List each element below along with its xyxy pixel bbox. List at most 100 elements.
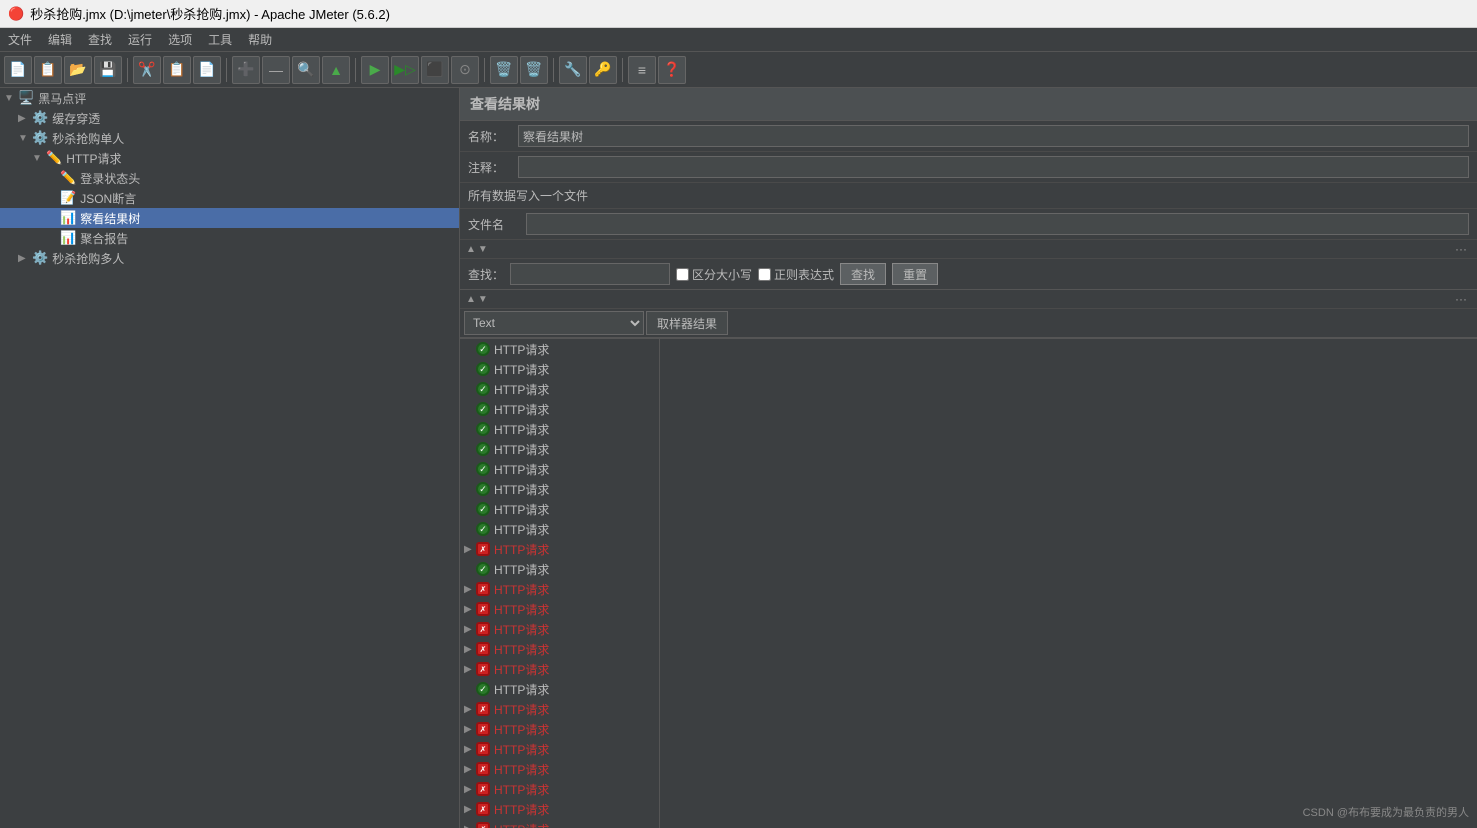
toolbar-copy[interactable]: 📋 <box>163 56 191 84</box>
view-mode-dropdown[interactable]: Text RegExp Tester CSS/JQuery Tester XPa… <box>464 311 644 335</box>
toolbar-start[interactable]: ▶ <box>361 56 389 84</box>
list-item[interactable]: ▶✗HTTP请求 <box>460 619 659 639</box>
toolbar-up[interactable]: ▲ <box>322 56 350 84</box>
arrow-up-results[interactable]: ▲ <box>466 294 476 305</box>
tree-item-summary[interactable]: ▶ 📊 聚合报告 <box>0 228 459 248</box>
search-input[interactable] <box>510 263 670 285</box>
section-controls-top: ▲ ▼ ··· <box>460 240 1477 259</box>
tree-item-miaosha-single[interactable]: ▼ ⚙️ 秒杀抢购单人 <box>0 128 459 148</box>
list-item[interactable]: ✓HTTP请求 <box>460 499 659 519</box>
dots-btn-top[interactable]: ··· <box>1451 242 1471 256</box>
menu-item-选项[interactable]: 选项 <box>160 29 200 50</box>
panel-header: 查看结果树 <box>460 88 1477 121</box>
menu-item-编辑[interactable]: 编辑 <box>40 29 80 50</box>
list-item-arrow: ▶ <box>464 804 476 815</box>
list-item[interactable]: ✓HTTP请求 <box>460 419 659 439</box>
list-item[interactable]: ▶✗HTTP请求 <box>460 599 659 619</box>
icon-json-assert: 📝 <box>60 190 76 206</box>
window-title: 秒杀抢购.jmx (D:\jmeter\秒杀抢购.jmx) - Apache J… <box>30 4 390 23</box>
case-sensitive-checkbox[interactable] <box>676 268 689 281</box>
list-item[interactable]: ✓HTTP请求 <box>460 339 659 359</box>
toolbar-key[interactable]: 🔑 <box>589 56 617 84</box>
tree-item-miaosha-multi[interactable]: ▶ ⚙️ 秒杀抢购多人 <box>0 248 459 268</box>
toolbar-templates[interactable]: 📋 <box>34 56 62 84</box>
list-item[interactable]: ✓HTTP请求 <box>460 479 659 499</box>
name-input[interactable] <box>518 125 1469 147</box>
list-item[interactable]: ✓HTTP请求 <box>460 459 659 479</box>
arrow-up-btn[interactable]: ▲ <box>466 244 476 255</box>
list-item[interactable]: ▶✗HTTP请求 <box>460 659 659 679</box>
menu-item-工具[interactable]: 工具 <box>200 29 240 50</box>
filename-input[interactable] <box>526 213 1469 235</box>
arrow-down-results[interactable]: ▼ <box>478 294 488 305</box>
tree-item-login-header[interactable]: ▶ ✏️ 登录状态头 <box>0 168 459 188</box>
list-item[interactable]: ▶✗HTTP请求 <box>460 539 659 559</box>
list-item-arrow: ▶ <box>464 604 476 615</box>
toolbar-cut[interactable]: ✂️ <box>133 56 161 84</box>
toolbar-zoom[interactable]: 🔍 <box>292 56 320 84</box>
status-ok-icon: ✓ <box>476 482 490 496</box>
list-item[interactable]: ✓HTTP请求 <box>460 359 659 379</box>
list-item[interactable]: ✓HTTP请求 <box>460 379 659 399</box>
toolbar-remote[interactable]: 🔧 <box>559 56 587 84</box>
list-item[interactable]: ✓HTTP请求 <box>460 399 659 419</box>
regex-text: 正则表达式 <box>774 266 834 283</box>
toolbar-start-no-pause[interactable]: ▶▷ <box>391 56 419 84</box>
regex-label[interactable]: 正则表达式 <box>758 266 834 283</box>
toolbar-clear-all[interactable]: 🗑️ <box>520 56 548 84</box>
label-json-assert: JSON断言 <box>80 190 136 207</box>
dots-btn-results[interactable]: ··· <box>1451 292 1471 306</box>
list-item[interactable]: ▶✗HTTP请求 <box>460 779 659 799</box>
toolbar-clear[interactable]: 🗑️ <box>490 56 518 84</box>
reset-button[interactable]: 重置 <box>892 263 938 285</box>
tree-item-view-tree[interactable]: ▶ 📊 察看结果树 <box>0 208 459 228</box>
toolbar-help[interactable]: ❓ <box>658 56 686 84</box>
search-button[interactable]: 查找 <box>840 263 886 285</box>
toolbar-paste[interactable]: 📄 <box>193 56 221 84</box>
toolbar-expand[interactable]: ➕ <box>232 56 260 84</box>
list-item-label: HTTP请求 <box>494 641 549 658</box>
status-ok-icon: ✓ <box>476 562 490 576</box>
list-item[interactable]: ▶✗HTTP请求 <box>460 699 659 719</box>
tree-item-heimadianping[interactable]: ▼ 🖥️ 黑马点评 <box>0 88 459 108</box>
list-item[interactable]: ▶✗HTTP请求 <box>460 819 659 828</box>
list-item-label: HTTP请求 <box>494 601 549 618</box>
sampler-result-tab[interactable]: 取样器结果 <box>646 311 728 335</box>
toolbar-save[interactable]: 💾 <box>94 56 122 84</box>
arrow-down-btn[interactable]: ▼ <box>478 244 488 255</box>
tree-item-huancun[interactable]: ▶ ⚙️ 缓存穿透 <box>0 108 459 128</box>
tree-item-http-req[interactable]: ▼ ✏️ HTTP请求 <box>0 148 459 168</box>
case-sensitive-label[interactable]: 区分大小写 <box>676 266 752 283</box>
toolbar-shutdown[interactable]: ⊙ <box>451 56 479 84</box>
toolbar-sep1 <box>127 58 128 82</box>
label-summary: 聚合报告 <box>80 230 128 247</box>
tree-item-json-assert[interactable]: ▶ 📝 JSON断言 <box>0 188 459 208</box>
list-item[interactable]: ▶✗HTTP请求 <box>460 799 659 819</box>
results-area: ✓HTTP请求✓HTTP请求✓HTTP请求✓HTTP请求✓HTTP请求✓HTTP… <box>460 338 1477 828</box>
menu-item-文件[interactable]: 文件 <box>0 29 40 50</box>
toolbar-functions[interactable]: ≡ <box>628 56 656 84</box>
toolbar-new[interactable]: 📄 <box>4 56 32 84</box>
status-ok-icon: ✓ <box>476 522 490 536</box>
status-ok-icon: ✓ <box>476 342 490 356</box>
list-item[interactable]: ✓HTTP请求 <box>460 519 659 539</box>
list-item[interactable]: ✓HTTP请求 <box>460 679 659 699</box>
toolbar-open[interactable]: 📂 <box>64 56 92 84</box>
comment-input[interactable] <box>518 156 1469 178</box>
list-item[interactable]: ✓HTTP请求 <box>460 559 659 579</box>
list-item[interactable]: ▶✗HTTP请求 <box>460 759 659 779</box>
toolbar-stop[interactable]: ⬛ <box>421 56 449 84</box>
toolbar-minus[interactable]: — <box>262 56 290 84</box>
list-item[interactable]: ▶✗HTTP请求 <box>460 579 659 599</box>
list-item[interactable]: ✓HTTP请求 <box>460 439 659 459</box>
toolbar: 📄 📋 📂 💾 ✂️ 📋 📄 ➕ — 🔍 ▲ ▶ ▶▷ ⬛ ⊙ 🗑️ 🗑️ 🔧 … <box>0 52 1477 88</box>
toolbar-sep5 <box>553 58 554 82</box>
regex-checkbox[interactable] <box>758 268 771 281</box>
list-item[interactable]: ▶✗HTTP请求 <box>460 639 659 659</box>
list-item[interactable]: ▶✗HTTP请求 <box>460 719 659 739</box>
arrow-miaosha-single: ▼ <box>18 133 32 144</box>
menu-item-帮助[interactable]: 帮助 <box>240 29 280 50</box>
menu-item-查找[interactable]: 查找 <box>80 29 120 50</box>
list-item[interactable]: ▶✗HTTP请求 <box>460 739 659 759</box>
menu-item-运行[interactable]: 运行 <box>120 29 160 50</box>
